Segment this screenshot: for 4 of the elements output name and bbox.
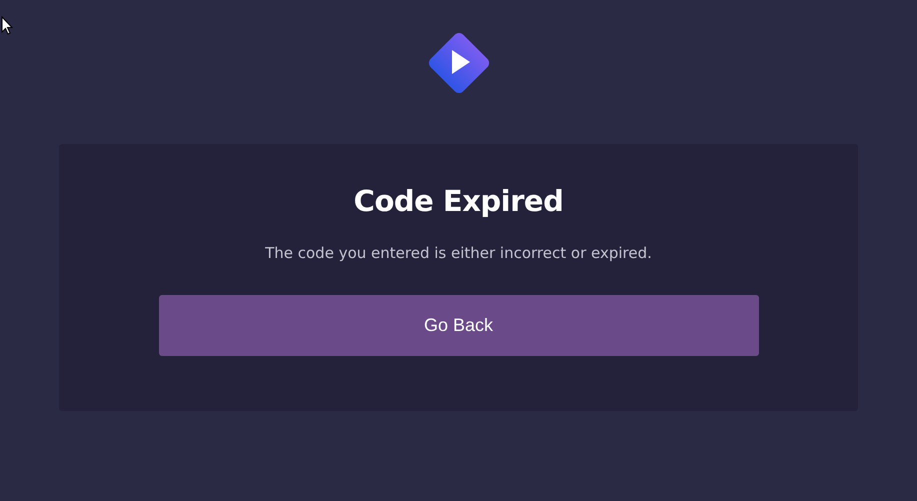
cursor-icon (1, 16, 13, 36)
go-back-button[interactable]: Go Back (158, 295, 758, 356)
page-title: Code Expired (354, 184, 564, 218)
error-message: The code you entered is either incorrect or expired. (265, 244, 652, 262)
